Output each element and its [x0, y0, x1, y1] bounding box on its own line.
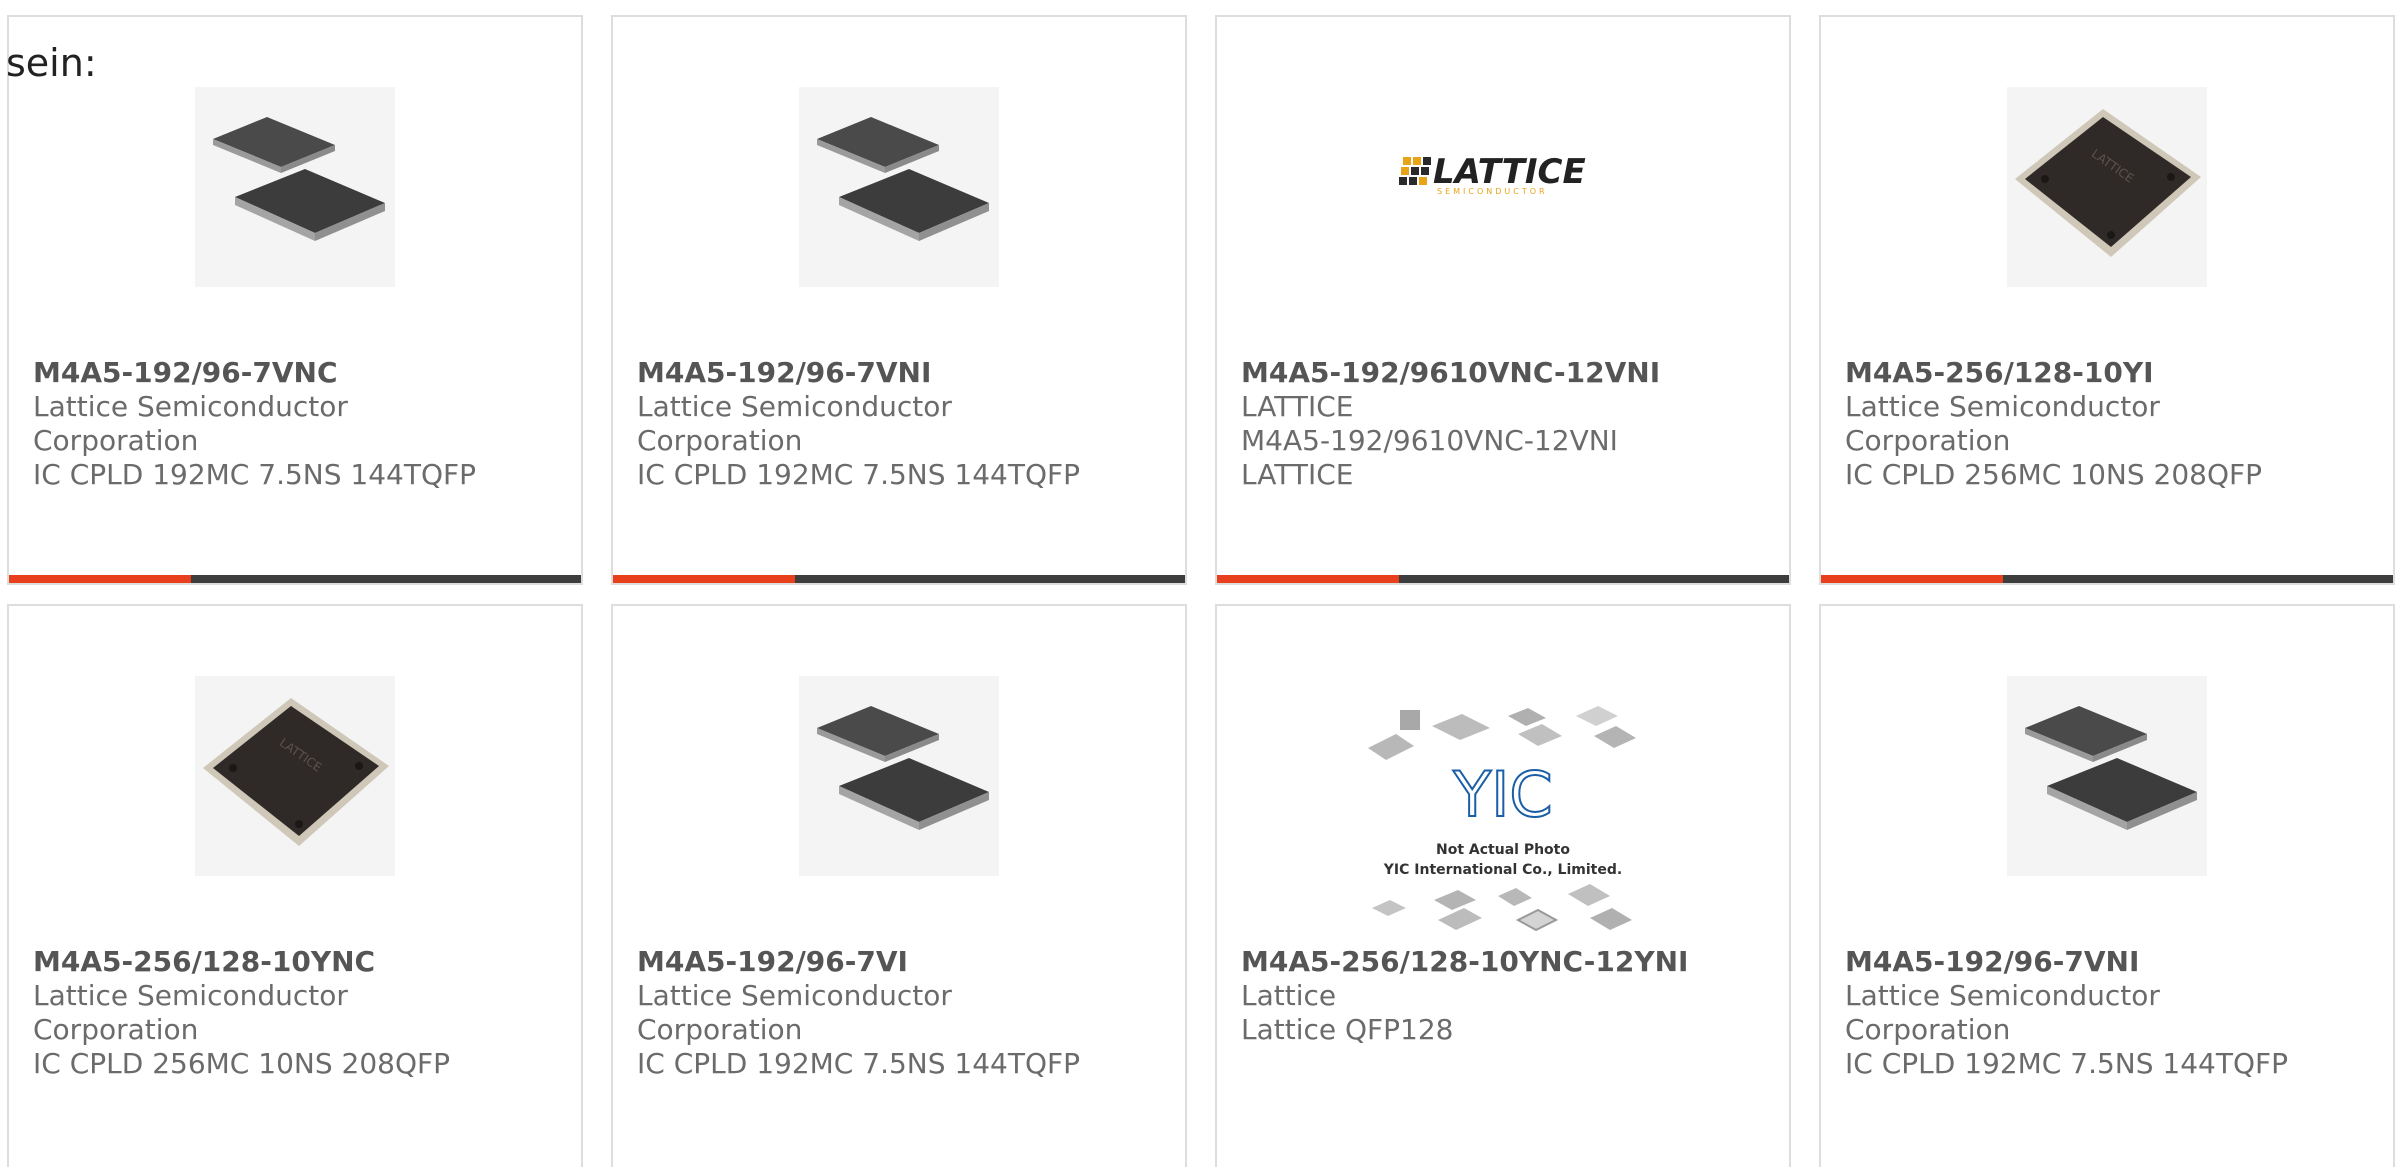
manufacturer-line-2: Corporation — [1845, 424, 2011, 457]
card-accent-bar — [9, 575, 191, 583]
product-card[interactable]: M4A5-192/96-7VI Lattice Semiconductor Co… — [611, 604, 1187, 1167]
product-info: M4A5-256/128-10YI Lattice Semiconductor … — [1845, 356, 2383, 492]
chip-stack-icon[interactable] — [799, 676, 999, 876]
product-info: M4A5-192/96-7VNI Lattice Semiconductor C… — [1845, 945, 2383, 1081]
manufacturer-line-2: Corporation — [637, 424, 803, 457]
product-grid-page: sein: M4A5-192/96-7VNC Lattice Semicondu… — [0, 0, 2400, 1167]
chip-stack-icon[interactable] — [799, 87, 999, 287]
product-card[interactable]: M4A5-192/96-7VNI Lattice Semiconductor C… — [1819, 604, 2395, 1167]
card-bottom-bar — [1217, 575, 1789, 583]
part-number[interactable]: M4A5-192/96-7VI — [637, 945, 1175, 979]
qfp-chip-icon[interactable]: LATTICE — [195, 676, 395, 876]
product-info: M4A5-192/96-7VNC Lattice Semiconductor C… — [33, 356, 571, 492]
not-actual-photo-label: Not Actual Photo — [1436, 842, 1570, 858]
description-line: IC CPLD 256MC 10NS 208QFP — [1845, 458, 2262, 491]
description-line: IC CPLD 192MC 7.5NS 144TQFP — [1845, 1047, 2288, 1080]
product-card[interactable]: YIC Not Actual Photo YIC International C… — [1215, 604, 1791, 1167]
description-line: Lattice QFP128 — [1241, 1013, 1454, 1046]
product-info: M4A5-256/128-10YNC-12YNI Lattice Lattice… — [1241, 945, 1779, 1047]
manufacturer-line: Lattice Semiconductor — [1845, 390, 2160, 423]
chip-stack-icon[interactable] — [195, 87, 395, 287]
yic-placeholder-image[interactable]: YIC Not Actual Photo YIC International C… — [1358, 686, 1648, 936]
card-accent-bar — [1217, 575, 1399, 583]
card-bottom-bar — [613, 575, 1185, 583]
product-card[interactable]: LATTICE SEMICONDUCTOR M4A5-192/9610VNC-1… — [1215, 15, 1791, 585]
description-line: IC CPLD 192MC 7.5NS 144TQFP — [637, 1047, 1080, 1080]
manufacturer-line: Lattice Semiconductor — [637, 390, 952, 423]
logo-word: LATTICE — [1433, 152, 1586, 192]
card-bottom-bar — [1821, 575, 2393, 583]
product-info: M4A5-256/128-10YNC Lattice Semiconductor… — [33, 945, 571, 1081]
manufacturer-line-2: M4A5-192/9610VNC-12VNI — [1241, 424, 1618, 457]
part-number[interactable]: M4A5-256/128-10YNC-12YNI — [1241, 945, 1779, 979]
product-card[interactable]: M4A5-192/96-7VNI Lattice Semiconductor C… — [611, 15, 1187, 585]
manufacturer-line: Lattice Semiconductor — [33, 390, 348, 423]
part-number[interactable]: M4A5-192/96-7VNI — [637, 356, 1175, 390]
manufacturer-line-2: Corporation — [33, 1013, 199, 1046]
manufacturer-line: LATTICE — [1241, 390, 1354, 423]
yic-company-label: YIC International Co., Limited. — [1383, 862, 1622, 878]
product-info: M4A5-192/9610VNC-12VNI LATTICE M4A5-192/… — [1241, 356, 1779, 492]
chip-stack-icon[interactable] — [2007, 676, 2207, 876]
description-line: IC CPLD 192MC 7.5NS 144TQFP — [33, 458, 476, 491]
product-card[interactable]: LATTICE M4A5-256/128-10YI Lattice Semico… — [1819, 15, 2395, 585]
description-line: LATTICE — [1241, 458, 1354, 491]
product-info: M4A5-192/96-7VNI Lattice Semiconductor C… — [637, 356, 1175, 492]
product-info: M4A5-192/96-7VI Lattice Semiconductor Co… — [637, 945, 1175, 1081]
description-line: IC CPLD 256MC 10NS 208QFP — [33, 1047, 450, 1080]
product-card[interactable]: LATTICE M4A5-256/128-10YNC Lattice Semic… — [7, 604, 583, 1167]
manufacturer-line-2: Corporation — [1845, 1013, 2011, 1046]
qfp-chip-icon[interactable]: LATTICE — [2007, 87, 2207, 287]
part-number[interactable]: M4A5-192/96-7VNC — [33, 356, 571, 390]
part-number[interactable]: M4A5-256/128-10YI — [1845, 356, 2383, 390]
card-accent-bar — [613, 575, 795, 583]
lattice-logo[interactable]: LATTICE SEMICONDUCTOR — [1363, 97, 1643, 247]
intro-text: sein: — [6, 41, 97, 85]
logo-subword: SEMICONDUCTOR — [1437, 187, 1548, 196]
manufacturer-line: Lattice Semiconductor — [637, 979, 952, 1012]
part-number[interactable]: M4A5-256/128-10YNC — [33, 945, 571, 979]
description-line: IC CPLD 192MC 7.5NS 144TQFP — [637, 458, 1080, 491]
yic-logo-text: YIC — [1452, 758, 1552, 831]
product-card[interactable]: M4A5-192/96-7VNC Lattice Semiconductor C… — [7, 15, 583, 585]
manufacturer-line: Lattice Semiconductor — [1845, 979, 2160, 1012]
part-number[interactable]: M4A5-192/9610VNC-12VNI — [1241, 356, 1779, 390]
manufacturer-line: Lattice — [1241, 979, 1337, 1012]
manufacturer-line-2: Corporation — [637, 1013, 803, 1046]
card-bottom-bar — [9, 575, 581, 583]
manufacturer-line: Lattice Semiconductor — [33, 979, 348, 1012]
card-accent-bar — [1821, 575, 2003, 583]
manufacturer-line-2: Corporation — [33, 424, 199, 457]
part-number[interactable]: M4A5-192/96-7VNI — [1845, 945, 2383, 979]
